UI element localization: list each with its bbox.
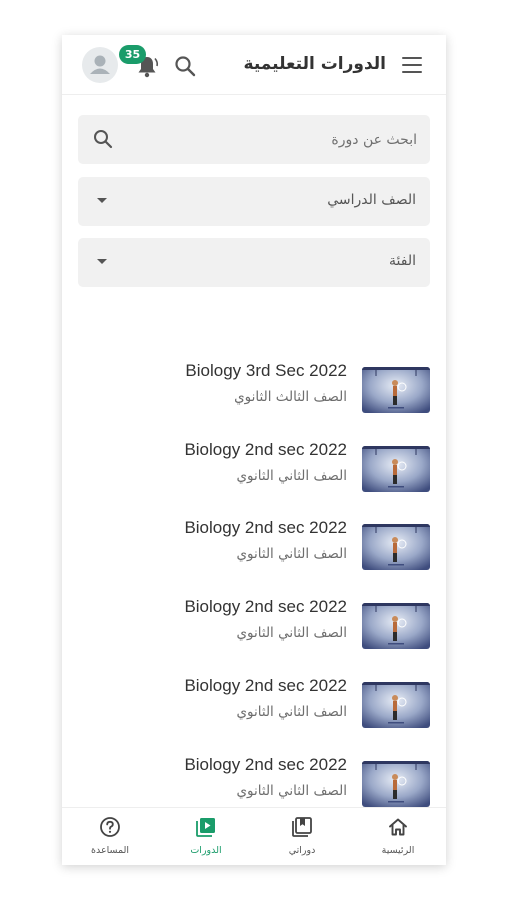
search-icon [175,56,196,77]
search-icon[interactable] [92,128,114,150]
course-grade-label: الصف الثاني الثانوي [236,467,347,484]
course-title: Biology 2nd sec 2022 [184,439,347,459]
course-list-item[interactable]: Biology 2nd sec 2022 الصف الثاني الثانوي [62,591,446,651]
nav-item-my-courses[interactable]: دوراتي [254,808,350,865]
course-title: Biology 3rd Sec 2022 [185,361,347,380]
course-thumbnail[interactable] [362,445,430,492]
course-title: Biology 2nd sec 2022 [184,597,347,617]
course-list-item[interactable]: Biology 2nd sec 2022 الصف الثاني الثانوي [62,434,446,494]
course-thumbnail[interactable] [362,681,430,728]
course-list-item[interactable]: Biology 3rd Sec 2022 الصف الثالث الثانوي [62,355,446,415]
nav-item-home[interactable]: الرئيسية [350,808,446,865]
course-grade-label: الصف الثالث الثانوي [234,389,347,405]
page-title: الدورات التعليمية [243,54,386,74]
menu-icon[interactable] [402,57,422,73]
notification-badge: 35 [119,45,146,64]
chevron-down-icon [97,198,107,203]
category-select-label: الفئة [389,253,416,269]
bottom-navigation: المساعدة الدورات دوراتي الرئيسية [62,807,446,865]
course-title: Biology 2nd sec 2022 [184,518,347,538]
course-thumbnail[interactable] [362,760,430,807]
course-list-item[interactable]: Biology 2nd sec 2022 الصف الثاني الثانوي [62,512,446,572]
course-title: Biology 2nd sec 2022 [184,754,347,774]
help-icon [100,817,120,837]
chevron-down-icon [97,259,107,264]
course-list-item[interactable]: Biology 2nd sec 2022 الصف الثاني الثانوي [62,749,446,809]
course-list-item[interactable]: Biology 2nd sec 2022 الصف الثاني الثانوي [62,670,446,730]
nav-label-courses: الدورات [190,845,222,856]
course-grade-label: الصف الثاني الثانوي [236,703,347,720]
nav-label-help: المساعدة [90,845,130,856]
grade-select-label: الصف الدراسي [327,192,416,208]
nav-item-courses[interactable]: الدورات [158,808,254,865]
avatar-icon [90,55,110,74]
app-header: 35 الدورات التعليمية [62,35,446,95]
home-icon [389,818,407,836]
course-thumbnail[interactable] [362,603,430,650]
nav-label-home: الرئيسية [381,845,415,856]
nav-label-my-courses: دوراتي [288,845,316,856]
course-thumbnail[interactable] [362,367,430,413]
avatar[interactable] [82,47,118,83]
category-select[interactable]: الفئة [78,238,430,287]
header-search-button[interactable] [173,54,197,78]
course-grade-label: الصف الثاني الثانوي [236,782,347,799]
course-search-field [78,115,430,164]
course-title: Biology 2nd sec 2022 [184,675,347,695]
course-grade-label: الصف الثاني الثانوي [236,625,347,642]
app-screen: 35 الدورات التعليمية الصف الدراسي الفئة [62,35,446,865]
search-input[interactable] [122,115,417,164]
course-grade-label: الصف الثاني الثانوي [236,546,347,563]
nav-item-help[interactable]: المساعدة [62,808,158,865]
grade-select[interactable]: الصف الدراسي [78,177,430,226]
play-library-icon [196,818,215,837]
course-thumbnail[interactable] [362,524,430,571]
bookmark-library-icon [292,817,312,837]
